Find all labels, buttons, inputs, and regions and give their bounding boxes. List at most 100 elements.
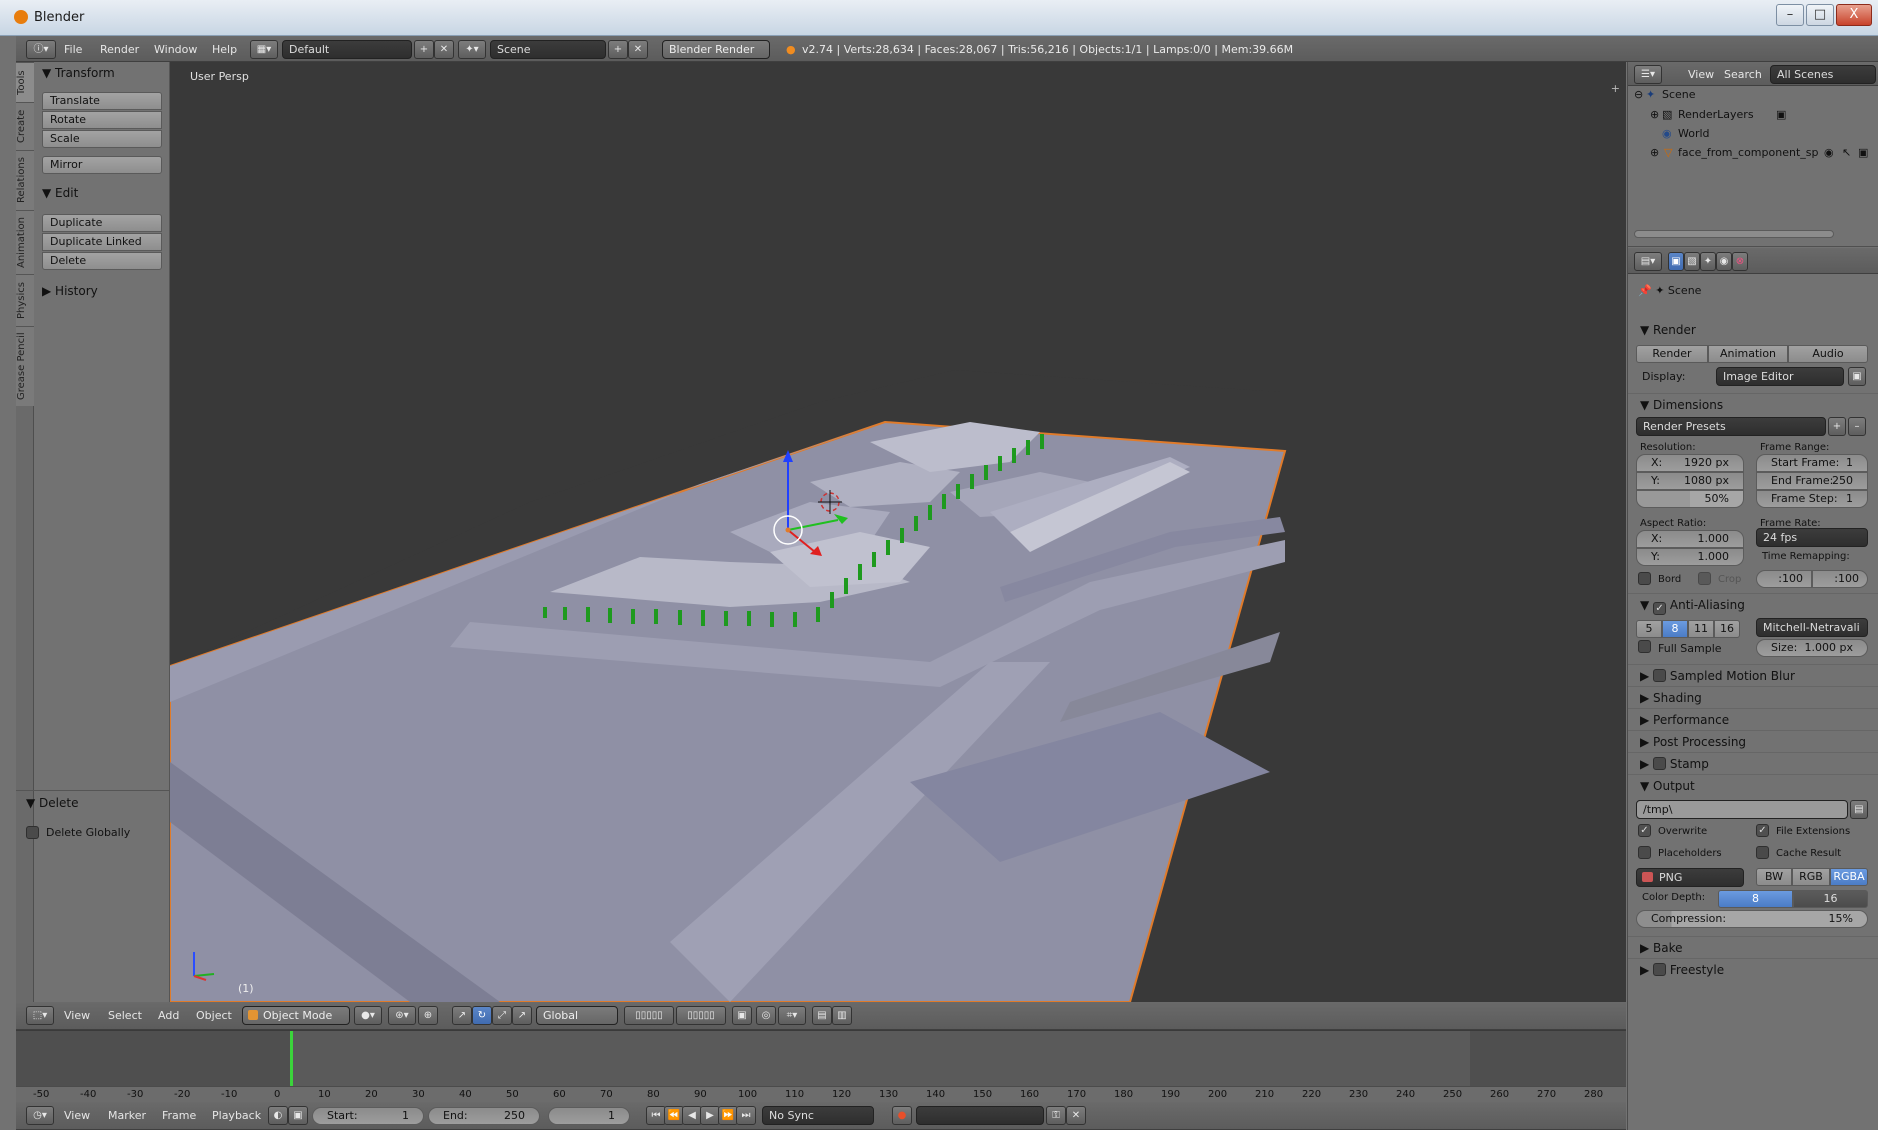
duplicate-linked-button[interactable]: Duplicate Linked	[42, 233, 162, 251]
outliner-row-renderlayers[interactable]: ⊕ ▧ RenderLayers ▣	[1628, 108, 1878, 127]
renderlayers-context-icon[interactable]: ▧	[1684, 252, 1700, 271]
outliner-row-world[interactable]: ◉ World	[1628, 127, 1878, 146]
add-scene-icon[interactable]: +	[608, 40, 628, 59]
outliner-filter-dropdown[interactable]: All Scenes	[1770, 65, 1876, 84]
expand-toggle-icon[interactable]: ⊕	[1650, 146, 1659, 159]
menu-window[interactable]: Window	[154, 43, 197, 56]
remap-old-field[interactable]: :100	[1756, 570, 1812, 588]
add-menu[interactable]: Add	[158, 1009, 179, 1022]
start-frame-prop-field[interactable]: Start Frame: 1	[1756, 454, 1868, 472]
remove-preset-icon[interactable]: –	[1848, 417, 1866, 436]
menu-file[interactable]: File	[64, 43, 82, 56]
post-processing-panel-header[interactable]: ▶ Post Processing	[1628, 730, 1878, 752]
outliner-row-mesh-object[interactable]: ⊕ ▽ face_from_component_spli ◉ ↖ ▣	[1628, 146, 1878, 165]
outliner-view-menu[interactable]: View	[1688, 68, 1714, 81]
shading-dropdown-icon[interactable]: ●▾	[354, 1006, 382, 1025]
aa-samples-11[interactable]: 11	[1688, 620, 1714, 638]
output-path-field[interactable]: /tmp\	[1636, 800, 1848, 819]
output-panel-header[interactable]: ▼ Output	[1628, 774, 1878, 796]
screen-layout-icon[interactable]: ▦▾	[250, 40, 278, 59]
editor-type-timeline-icon[interactable]: ◷▾	[26, 1106, 54, 1125]
outliner-scrollbar[interactable]	[1634, 230, 1834, 238]
lock-range-icon[interactable]: ▣	[288, 1106, 308, 1125]
tab-tools[interactable]: Tools	[16, 62, 34, 102]
resolution-percent-slider[interactable]: 50%	[1636, 490, 1744, 508]
tab-create[interactable]: Create	[16, 102, 34, 150]
render-still-button[interactable]: Render	[1636, 345, 1708, 363]
translate-button[interactable]: Translate	[42, 92, 162, 110]
color-depth-16[interactable]: 16	[1793, 890, 1868, 908]
delete-keyframe-icon[interactable]: ✕	[1066, 1106, 1086, 1125]
frame-menu[interactable]: Frame	[162, 1109, 196, 1122]
manipulator-toggle-icon[interactable]: ⊕	[418, 1006, 438, 1025]
motion-blur-panel-header[interactable]: ▶ Sampled Motion Blur	[1628, 664, 1878, 686]
playback-menu[interactable]: Playback	[212, 1109, 261, 1122]
object-context-icon[interactable]: ⊗	[1732, 252, 1748, 271]
visibility-eye-icon[interactable]: ◉	[1824, 146, 1834, 159]
select-menu[interactable]: Select	[108, 1009, 142, 1022]
lock-interface-icon[interactable]: ▣	[1848, 367, 1866, 386]
start-frame-field[interactable]: Start: 1	[312, 1107, 424, 1125]
add-layout-icon[interactable]: +	[414, 40, 434, 59]
render-camera-icon[interactable]: ▣	[1858, 146, 1868, 159]
compression-slider[interactable]: Compression: 15%	[1636, 910, 1868, 928]
mirror-button[interactable]: Mirror	[42, 156, 162, 174]
manipulator-extra-icon[interactable]: ↗	[512, 1006, 532, 1025]
jump-next-key-icon[interactable]: ⏩	[718, 1106, 738, 1125]
dimensions-panel-header[interactable]: ▼ Dimensions	[1628, 393, 1878, 415]
performance-panel-header[interactable]: ▶ Performance	[1628, 708, 1878, 730]
file-format-dropdown[interactable]: PNG	[1636, 868, 1744, 887]
jump-start-icon[interactable]: ⏮	[646, 1106, 666, 1125]
color-mode-rgba[interactable]: RGBA	[1830, 868, 1868, 886]
aa-enable-checkbox[interactable]: ✓	[1653, 602, 1667, 615]
pivot-dropdown-icon[interactable]: ⊛▾	[388, 1006, 416, 1025]
viewport-corner-plus-icon[interactable]: +	[1611, 82, 1620, 95]
play-reverse-icon[interactable]: ◀	[682, 1106, 702, 1125]
motion-blur-checkbox[interactable]	[1653, 669, 1667, 682]
play-icon[interactable]: ▶	[700, 1106, 720, 1125]
end-frame-prop-field[interactable]: End Frame: 250	[1756, 472, 1868, 490]
placeholders-checkbox[interactable]	[1638, 846, 1651, 859]
cache-result-checkbox[interactable]	[1756, 846, 1769, 859]
filter-size-field[interactable]: Size: 1.000 px	[1756, 639, 1868, 657]
timeline-view-menu[interactable]: View	[64, 1109, 90, 1122]
stamp-checkbox[interactable]	[1653, 757, 1667, 770]
render-preview-icon[interactable]: ▤	[812, 1006, 832, 1025]
render-presets-dropdown[interactable]: Render Presets	[1636, 417, 1826, 436]
scene-field[interactable]: Scene	[490, 40, 606, 59]
editor-type-properties-icon[interactable]: ▤▾	[1634, 252, 1662, 271]
overwrite-checkbox[interactable]: ✓	[1638, 824, 1651, 837]
aspect-x-field[interactable]: X: 1.000	[1636, 530, 1744, 548]
file-extensions-checkbox[interactable]: ✓	[1756, 824, 1769, 837]
minimize-button[interactable]: –	[1776, 4, 1804, 26]
snap-icon[interactable]: ⌗▾	[778, 1006, 806, 1025]
render-audio-button[interactable]: Audio	[1788, 345, 1868, 363]
display-dropdown[interactable]: Image Editor	[1716, 367, 1844, 386]
add-preset-icon[interactable]: +	[1828, 417, 1846, 436]
render-context-icon[interactable]: ▣	[1668, 252, 1684, 271]
editor-type-3d-icon[interactable]: ⬚▾	[26, 1006, 54, 1025]
tab-physics[interactable]: Physics	[16, 274, 34, 326]
duplicate-button[interactable]: Duplicate	[42, 214, 162, 232]
manipulator-translate-icon[interactable]: ↗	[452, 1006, 472, 1025]
aa-filter-dropdown[interactable]: Mitchell-Netravali	[1756, 618, 1868, 637]
remove-scene-icon[interactable]: ✕	[628, 40, 648, 59]
tab-relations[interactable]: Relations	[16, 150, 34, 210]
frame-rate-dropdown[interactable]: 24 fps	[1756, 528, 1868, 547]
scene-context-icon[interactable]: ✦	[1700, 252, 1716, 271]
aa-samples-5[interactable]: 5	[1636, 620, 1662, 638]
render-panel-header[interactable]: ▼ Render	[1628, 319, 1878, 341]
freestyle-checkbox[interactable]	[1653, 963, 1667, 976]
3d-viewport[interactable]: User Persp (1) +	[170, 62, 1626, 1002]
object-menu[interactable]: Object	[196, 1009, 232, 1022]
frame-step-field[interactable]: Frame Step: 1	[1756, 490, 1868, 508]
screen-layout-field[interactable]: Default	[282, 40, 412, 59]
resolution-y-field[interactable]: Y: 1080 px	[1636, 472, 1744, 490]
color-depth-8[interactable]: 8	[1718, 890, 1793, 908]
editor-type-outliner-icon[interactable]: ☰▾	[1634, 65, 1662, 84]
browse-folder-icon[interactable]: ▤	[1850, 800, 1868, 819]
render-engine-dropdown[interactable]: Blender Render	[662, 40, 770, 59]
tab-grease-pencil[interactable]: Grease Pencil	[16, 326, 34, 406]
aspect-y-field[interactable]: Y: 1.000	[1636, 548, 1744, 566]
layers-group-1-icon[interactable]: ▯▯▯▯▯	[624, 1006, 674, 1025]
